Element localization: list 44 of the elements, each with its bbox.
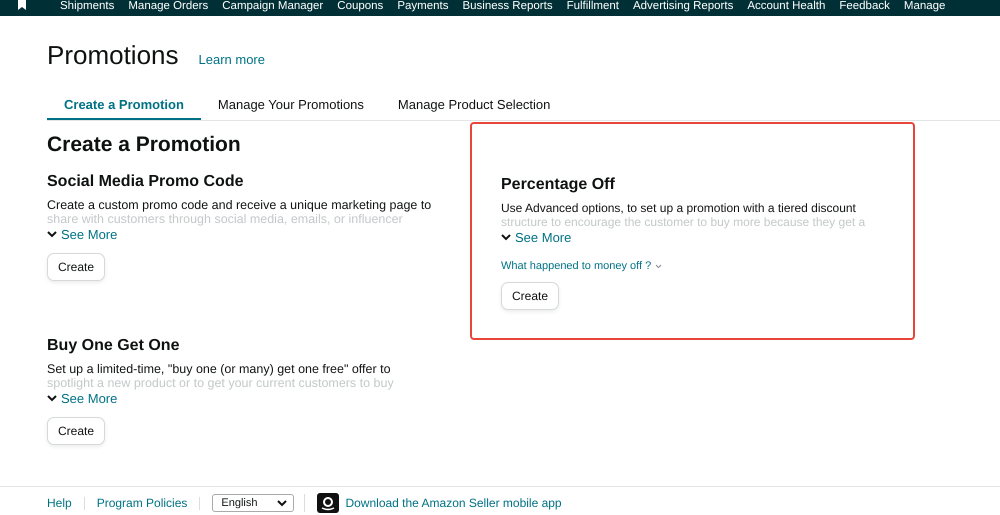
footer-link[interactable]: Program Policies <box>96 496 200 510</box>
promotion-description: structure to encourage the customer to buy more because they get a <box>501 216 866 228</box>
create-button[interactable]: Create <box>47 253 106 281</box>
create-button[interactable]: Create <box>47 417 106 445</box>
page-title: Promotions <box>47 40 178 71</box>
app-download-link[interactable]: Download the Amazon Seller mobile app <box>345 496 574 510</box>
promotion-description: spotlight a new product or to get your current customers to buy <box>47 377 395 389</box>
nav-link[interactable]: Manage Orders <box>128 0 208 13</box>
promotion-description: Use Advanced options, to set up a promotion with a tiered discount <box>501 200 857 216</box>
promotion-title: Social Media Promo Code <box>47 173 244 191</box>
footer-link[interactable]: Help <box>47 496 85 510</box>
promotion-description: Create a custom promo code and receive a unique marketing page to <box>47 197 432 213</box>
nav-link[interactable]: Account Health <box>747 0 826 13</box>
caret-icon <box>501 234 511 241</box>
nav-link[interactable]: Fulfillment <box>566 0 619 13</box>
nav-link[interactable]: Shipments <box>60 0 114 13</box>
caret-icon <box>47 231 57 238</box>
caret-icon <box>277 500 288 506</box>
nav-link[interactable]: Advertising Reports <box>632 0 734 13</box>
bookmark-icon[interactable] <box>18 0 26 10</box>
section-title: Create a Promotion <box>47 133 242 157</box>
tab[interactable]: Manage Product Selection <box>380 90 568 120</box>
promotion-description: Set up a limited-time, "buy one (or many) get one free" offer to <box>47 361 392 377</box>
see-more-link[interactable]: See More <box>47 391 118 406</box>
tab[interactable]: Manage Your Promotions <box>200 90 381 120</box>
create-button[interactable]: Create <box>501 282 560 310</box>
promotion-title: Buy One Get One <box>47 337 180 355</box>
money-off-link[interactable]: What happened to money off ? <box>501 260 662 272</box>
promotion-title: Percentage Off <box>501 176 616 194</box>
learn-more-link[interactable]: Learn more <box>198 52 265 67</box>
nav-link[interactable]: Feedback <box>839 0 890 13</box>
language-select[interactable]: English <box>212 494 294 512</box>
see-more-link[interactable]: See More <box>47 227 118 242</box>
see-more-link[interactable]: See More <box>501 230 572 245</box>
promotion-description: share with customers through social media, emails, or influencer <box>47 213 404 225</box>
nav-link[interactable]: Coupons <box>337 0 384 13</box>
caret-icon <box>47 395 57 402</box>
tab[interactable]: Create a Promotion <box>47 90 201 120</box>
nav-link[interactable]: Manage <box>904 0 946 13</box>
nav-link[interactable]: Business Reports <box>462 0 553 13</box>
app-icon[interactable] <box>317 493 340 513</box>
nav-link[interactable]: Payments <box>397 0 448 13</box>
caret-icon <box>655 264 662 268</box>
nav-link[interactable]: Campaign Manager <box>222 0 324 13</box>
